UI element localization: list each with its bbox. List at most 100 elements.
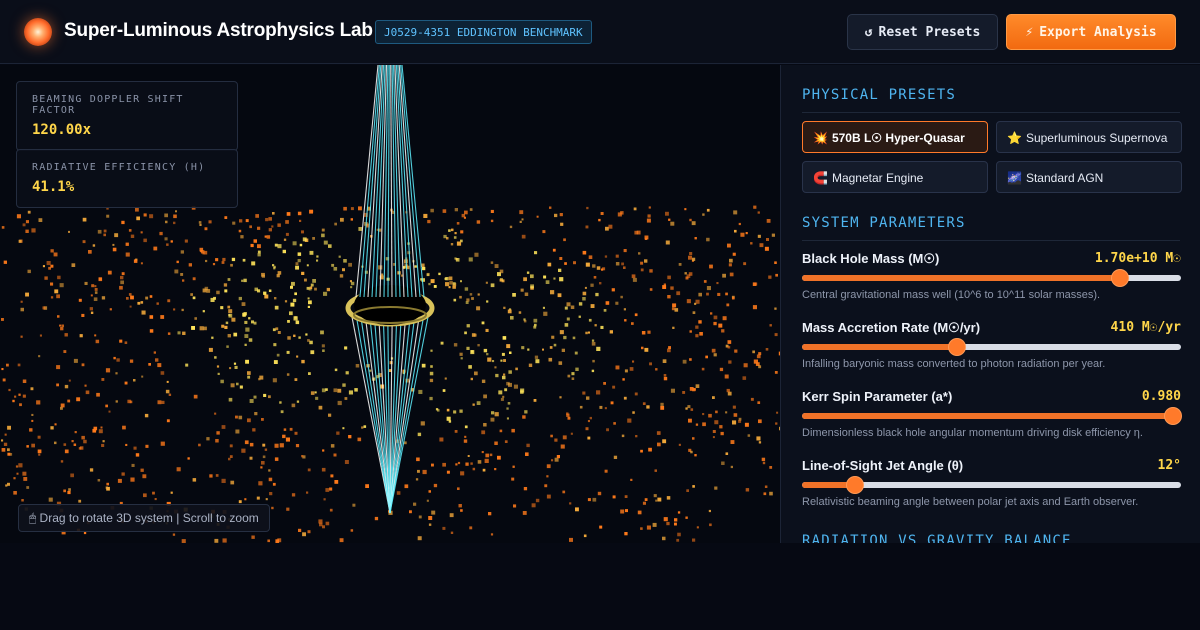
export-analysis-label: Export Analysis xyxy=(1039,25,1157,40)
disk-particle xyxy=(542,306,545,309)
disk-particle xyxy=(556,455,560,459)
disk-particle xyxy=(106,486,110,491)
param-name: Kerr Spin Parameter (a*) xyxy=(802,389,953,404)
disk-particle xyxy=(257,253,261,257)
slider-thumb[interactable] xyxy=(847,477,864,493)
disk-particle xyxy=(140,231,143,234)
disk-particle xyxy=(750,242,753,245)
disk-particle xyxy=(216,290,220,295)
disk-particle xyxy=(378,265,383,270)
disk-particle xyxy=(740,232,745,237)
disk-particle xyxy=(588,318,592,322)
disk-particle xyxy=(448,276,453,281)
disk-particle xyxy=(623,266,626,269)
disk-particle xyxy=(764,246,769,251)
disk-particle xyxy=(214,356,217,359)
disk-particle xyxy=(213,296,216,300)
preset-hyper-quasar[interactable]: 💥 570B L☉ Hyper-Quasar xyxy=(802,121,988,153)
3d-viewport[interactable]: BEAMING DOPPLER SHIFT FACTOR 120.00x RAD… xyxy=(0,65,780,543)
disk-particle xyxy=(665,240,670,245)
disk-particle xyxy=(752,350,755,354)
disk-particle xyxy=(101,296,106,300)
disk-particle xyxy=(85,390,90,395)
preset-superluminous-supernova[interactable]: ⭐ Superluminous Supernova xyxy=(996,121,1182,153)
disk-particle xyxy=(457,461,461,465)
black-hole-mass-slider[interactable] xyxy=(802,270,1181,286)
disk-particle xyxy=(263,393,267,397)
disk-particle xyxy=(81,435,85,440)
disk-particle xyxy=(454,232,457,235)
disk-particle xyxy=(533,318,538,323)
disk-particle xyxy=(692,485,695,488)
disk-particle xyxy=(94,291,98,294)
disk-particle xyxy=(79,334,83,338)
reset-presets-button[interactable]: ↺ Reset Presets xyxy=(847,14,998,50)
efficiency-stat-value: 41.1% xyxy=(32,179,75,195)
disk-particle xyxy=(600,325,604,329)
disk-particle xyxy=(299,219,302,222)
disk-particle xyxy=(623,249,627,253)
kerr-spin-slider[interactable] xyxy=(802,408,1182,424)
jet-angle-slider[interactable] xyxy=(802,477,1181,493)
disk-particle xyxy=(309,340,313,345)
disk-particle xyxy=(503,359,506,362)
disk-particle xyxy=(647,214,651,218)
disk-particle xyxy=(509,225,513,229)
disk-particle xyxy=(559,213,563,217)
disk-particle xyxy=(695,423,699,426)
disk-particle xyxy=(348,435,352,439)
disk-particle xyxy=(190,293,193,296)
disk-particle xyxy=(301,359,305,364)
disk-particle xyxy=(245,359,249,364)
preset-standard-agn[interactable]: 🌌 Standard AGN xyxy=(996,161,1182,193)
accretion-rate-slider[interactable] xyxy=(802,339,1181,355)
disk-particle xyxy=(22,379,27,383)
disk-particle xyxy=(297,211,302,216)
disk-particle xyxy=(323,240,328,245)
disk-particle xyxy=(267,539,270,543)
disk-particle xyxy=(225,321,229,325)
disk-particle xyxy=(733,210,738,215)
export-analysis-button[interactable]: ⚡ Export Analysis xyxy=(1006,14,1176,50)
disk-particle xyxy=(694,302,697,305)
disk-particle xyxy=(244,440,249,445)
disk-particle xyxy=(634,392,638,396)
disk-particle xyxy=(230,480,235,485)
disk-particle xyxy=(571,372,575,376)
disk-particle xyxy=(307,339,310,342)
disk-particle xyxy=(421,363,426,368)
disk-particle xyxy=(414,265,417,268)
disk-particle xyxy=(437,409,440,412)
disk-particle xyxy=(530,284,534,289)
disk-particle xyxy=(690,408,694,411)
disk-particle xyxy=(1,318,4,321)
slider-thumb[interactable] xyxy=(1165,408,1182,424)
disk-particle xyxy=(732,420,737,425)
disk-particle xyxy=(230,263,233,267)
disk-particle xyxy=(689,358,692,361)
disk-particle xyxy=(319,522,323,527)
disk-particle xyxy=(511,428,515,433)
disk-particle xyxy=(50,249,54,253)
slider-thumb[interactable] xyxy=(1112,270,1129,286)
slider-fill xyxy=(802,275,1121,281)
disk-particle xyxy=(469,208,473,211)
disk-particle xyxy=(212,263,216,266)
disk-particle xyxy=(499,269,504,274)
disk-particle xyxy=(547,262,552,267)
disk-particle xyxy=(747,434,751,437)
disk-particle xyxy=(644,498,648,501)
disk-particle xyxy=(433,285,437,288)
disk-particle xyxy=(57,275,61,280)
disk-particle xyxy=(745,488,750,492)
disk-particle xyxy=(307,297,310,300)
disk-particle xyxy=(275,327,279,331)
preset-magnetar-engine[interactable]: 🧲 Magnetar Engine xyxy=(802,161,988,193)
disk-particle xyxy=(624,532,628,536)
disk-particle xyxy=(694,237,697,240)
slider-thumb[interactable] xyxy=(949,339,966,355)
disk-particle xyxy=(463,439,468,443)
disk-particle xyxy=(238,229,242,233)
disk-particle xyxy=(732,296,735,300)
disk-particle xyxy=(149,329,154,333)
